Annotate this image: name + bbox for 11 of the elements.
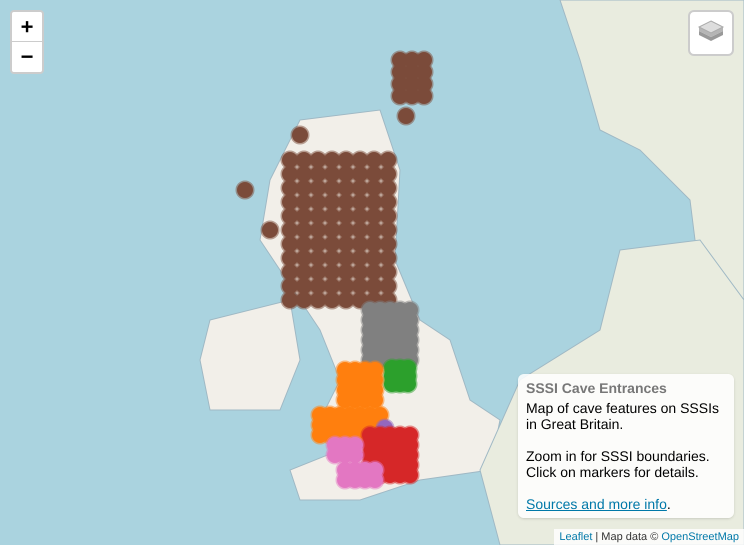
openstreetmap-link[interactable]: OpenStreetMap (661, 529, 739, 545)
zoom-out-button[interactable]: − (12, 42, 42, 72)
zoom-in-button[interactable]: + (12, 12, 42, 42)
info-text: Zoom in for SSSI boundaries. Click on markers for details. (526, 448, 711, 480)
info-title: SSSI Cave Entrances (526, 380, 668, 396)
info-text: Map of cave features on SSSIs in Great Britain. (526, 400, 720, 432)
info-link-text: Sources and more info. (526, 496, 672, 512)
attribution-text: | Map data © (595, 530, 658, 545)
leaflet-link[interactable]: Leaflet (559, 529, 592, 545)
sources-link[interactable]: Sources and more info (526, 496, 667, 512)
layers-button[interactable] (688, 10, 734, 56)
